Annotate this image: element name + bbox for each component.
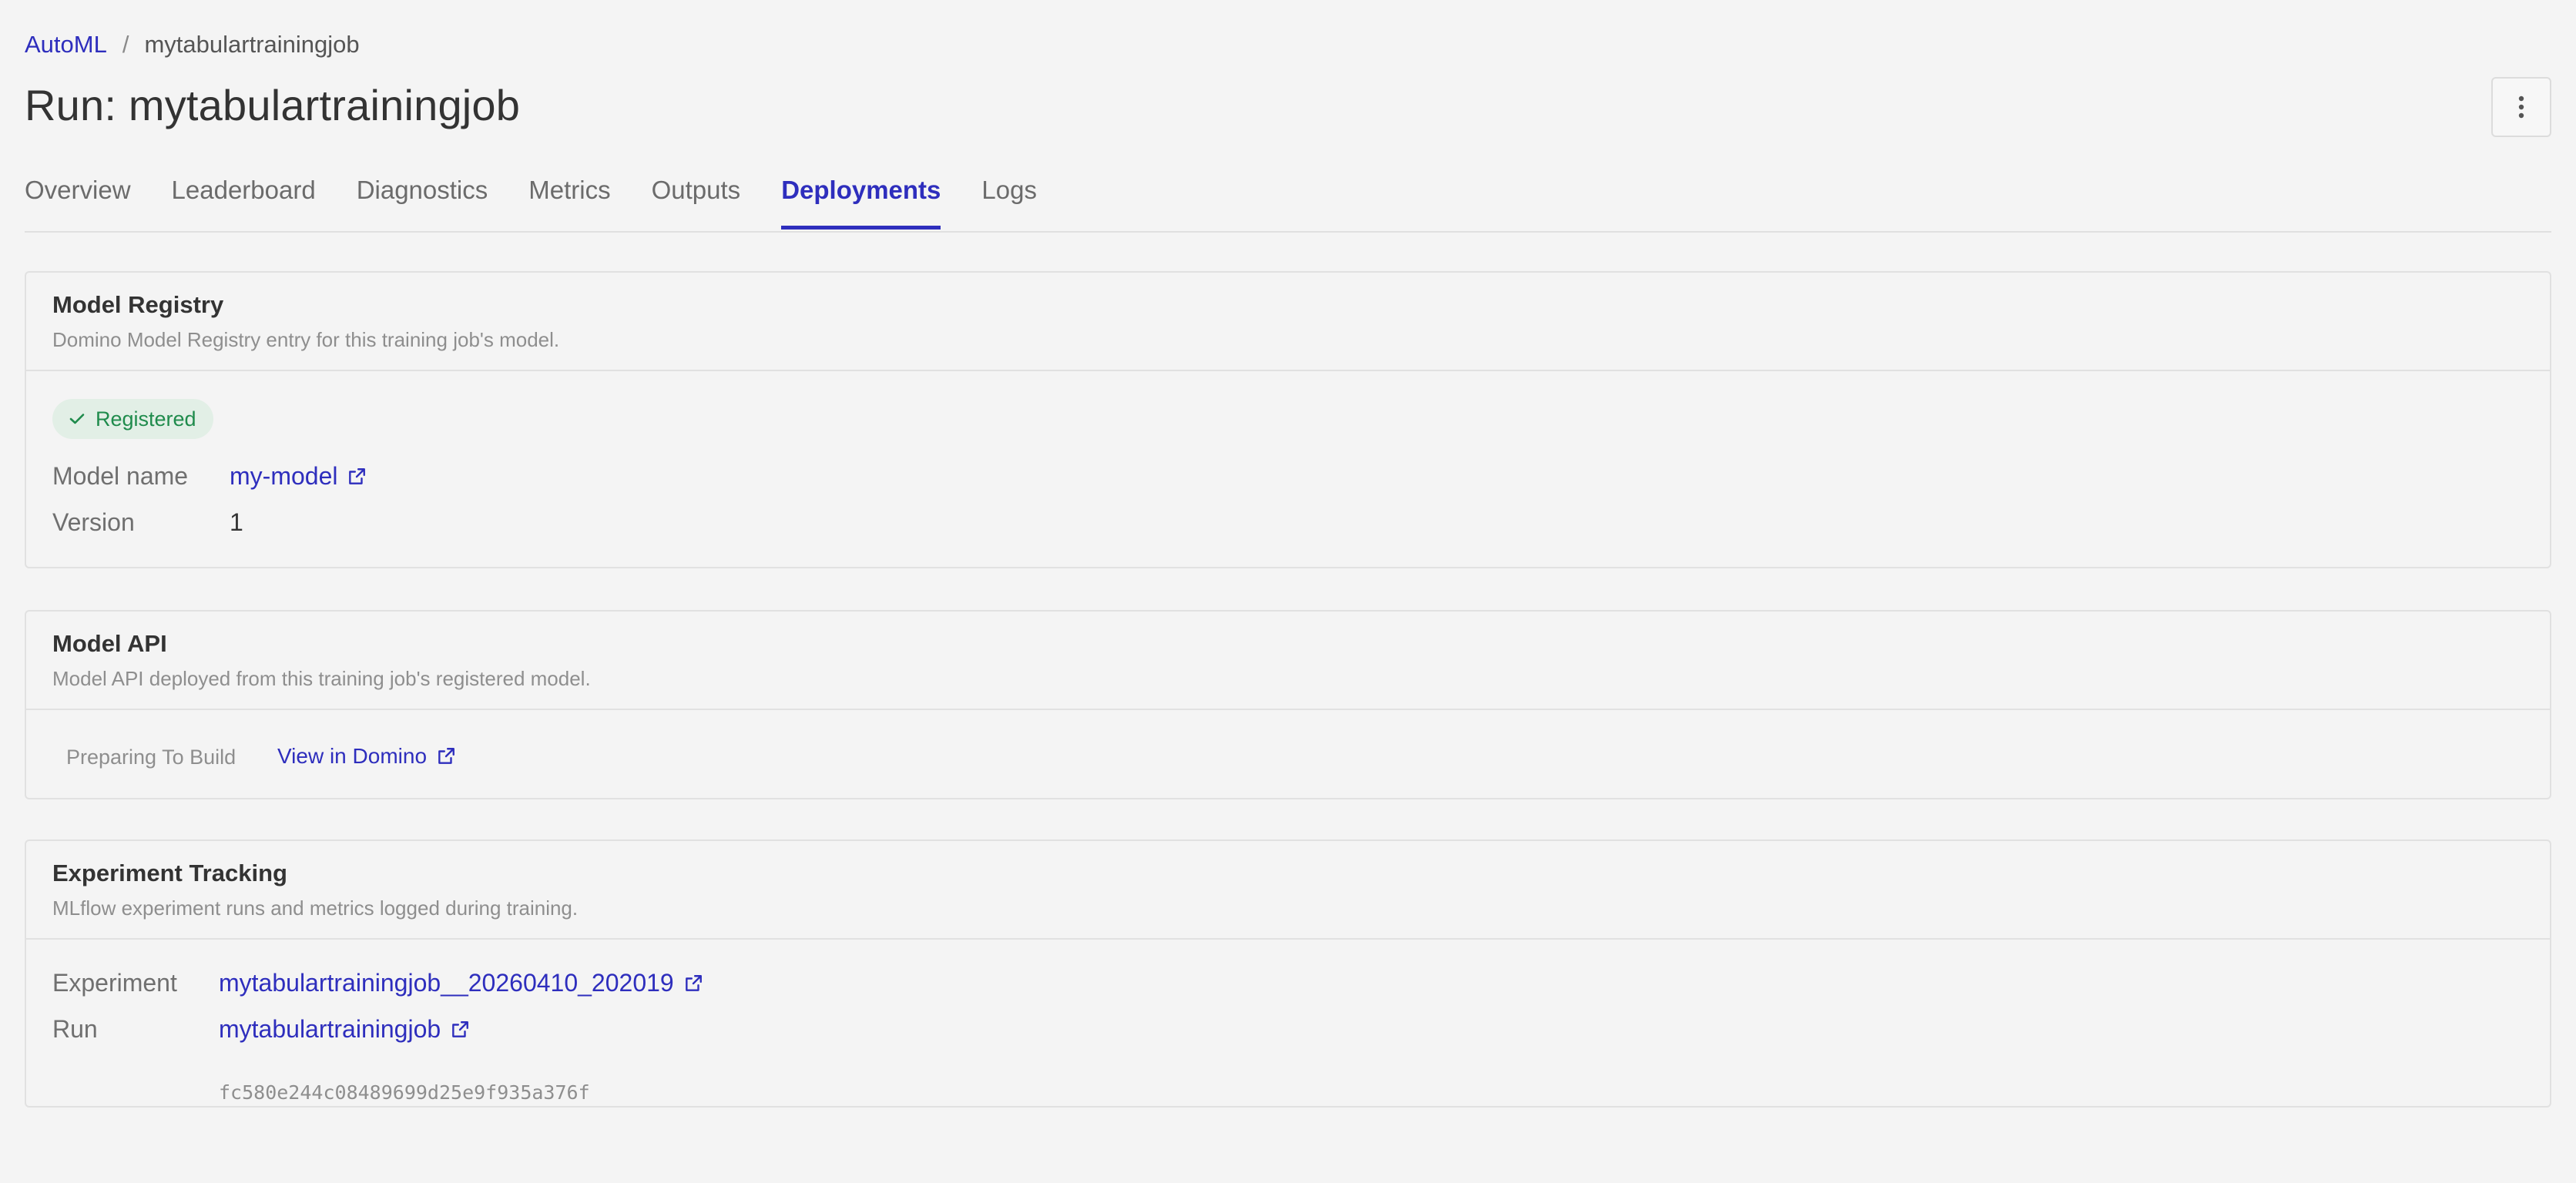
external-link-icon xyxy=(452,1020,469,1037)
run-id: fc580e244c08489699d25e9f935a376f xyxy=(219,1081,590,1104)
model-api-subtitle: Model API deployed from this training jo… xyxy=(52,667,591,690)
model-name-value: my-model xyxy=(230,462,338,490)
registered-status-label: Registered xyxy=(96,407,196,431)
more-actions-button[interactable] xyxy=(2491,77,2551,137)
tab-outputs[interactable]: Outputs xyxy=(652,173,741,228)
model-name-link[interactable]: my-model xyxy=(230,462,367,491)
external-link-icon xyxy=(349,468,366,484)
experiment-label: Experiment xyxy=(52,969,177,997)
tab-overview[interactable]: Overview xyxy=(25,173,131,228)
tab-logs[interactable]: Logs xyxy=(981,173,1037,228)
run-link[interactable]: mytabulartrainingjob xyxy=(219,1015,470,1044)
breadcrumb: AutoML / mytabulartrainingjob xyxy=(25,31,360,59)
model-registry-card: Model Registry Domino Model Registry ent… xyxy=(25,271,2551,568)
experiment-row: Experiment mytabulartrainingjob__2026041… xyxy=(52,969,703,997)
experiment-tracking-title: Experiment Tracking xyxy=(52,860,287,886)
model-name-label: Model name xyxy=(52,462,189,490)
experiment-tracking-subtitle: MLflow experiment runs and metrics logge… xyxy=(52,896,579,920)
breadcrumb-automl-link[interactable]: AutoML xyxy=(25,31,107,59)
experiment-link[interactable]: mytabulartrainingjob__20260410_202019 xyxy=(219,969,703,997)
tab-diagnostics[interactable]: Diagnostics xyxy=(357,173,488,228)
run-value: mytabulartrainingjob xyxy=(219,1015,441,1043)
experiment-tracking-header: Experiment Tracking MLflow experiment ru… xyxy=(26,841,2550,940)
tab-metrics[interactable]: Metrics xyxy=(528,173,610,228)
breadcrumb-separator: / xyxy=(122,31,129,58)
model-api-title: Model API xyxy=(52,630,167,657)
version-label: Version xyxy=(52,508,135,536)
model-name-row: Model name my-model xyxy=(52,462,367,491)
experiment-tracking-card: Experiment Tracking MLflow experiment ru… xyxy=(25,839,2551,1108)
more-vertical-icon xyxy=(2518,96,2524,119)
check-icon xyxy=(69,414,85,424)
run-label: Run xyxy=(52,1015,98,1043)
tab-leaderboard[interactable]: Leaderboard xyxy=(172,173,316,228)
model-registry-subtitle: Domino Model Registry entry for this tra… xyxy=(52,328,560,351)
tab-bar: Overview Leaderboard Diagnostics Metrics… xyxy=(25,173,2551,233)
tab-deployments[interactable]: Deployments xyxy=(781,173,941,230)
registered-status-badge: Registered xyxy=(52,399,213,439)
model-api-status: Preparing To Build xyxy=(66,746,236,769)
external-link-icon xyxy=(685,974,702,991)
experiment-value: mytabulartrainingjob__20260410_202019 xyxy=(219,969,674,997)
view-in-domino-link[interactable]: View in Domino xyxy=(277,744,456,769)
page-title: Run: mytabulartrainingjob xyxy=(25,81,521,129)
run-row: Run mytabulartrainingjob xyxy=(52,1015,470,1044)
view-in-domino-label: View in Domino xyxy=(277,744,428,768)
model-api-card: Model API Model API deployed from this t… xyxy=(25,610,2551,799)
model-api-header: Model API Model API deployed from this t… xyxy=(26,612,2550,710)
model-registry-header: Model Registry Domino Model Registry ent… xyxy=(26,273,2550,371)
version-value: 1 xyxy=(230,508,243,536)
version-row: Version 1 xyxy=(52,508,243,537)
page: AutoML / mytabulartrainingjob Run: mytab… xyxy=(0,0,2576,1183)
external-link-icon xyxy=(438,748,454,764)
breadcrumb-current: mytabulartrainingjob xyxy=(144,31,360,58)
model-registry-title: Model Registry xyxy=(52,291,224,318)
